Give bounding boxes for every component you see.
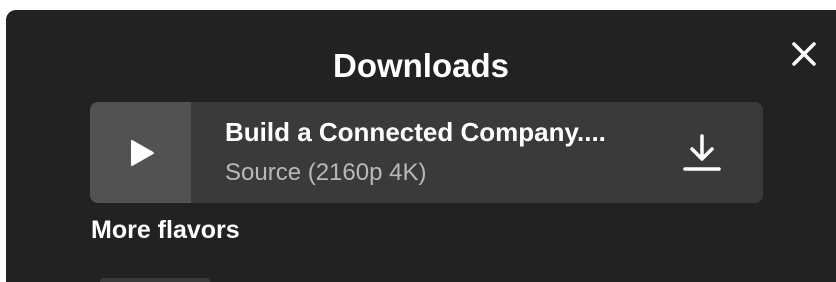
next-item-peek: [100, 278, 210, 282]
video-quality: Source (2160p 4K): [225, 159, 427, 186]
download-item[interactable]: Build a Connected Company.... Source (21…: [90, 102, 763, 203]
more-flavors-heading: More flavors: [91, 216, 240, 244]
dialog-title: Downloads: [332, 47, 509, 84]
close-button[interactable]: [788, 38, 820, 70]
play-button[interactable]: [90, 102, 191, 203]
play-icon: [131, 140, 154, 166]
close-icon: [792, 42, 816, 66]
downloads-dialog: Downloads Build a Connected Company.... …: [6, 10, 836, 282]
video-title: Build a Connected Company....: [225, 117, 606, 147]
download-icon: [683, 134, 721, 171]
download-button[interactable]: [681, 132, 723, 174]
